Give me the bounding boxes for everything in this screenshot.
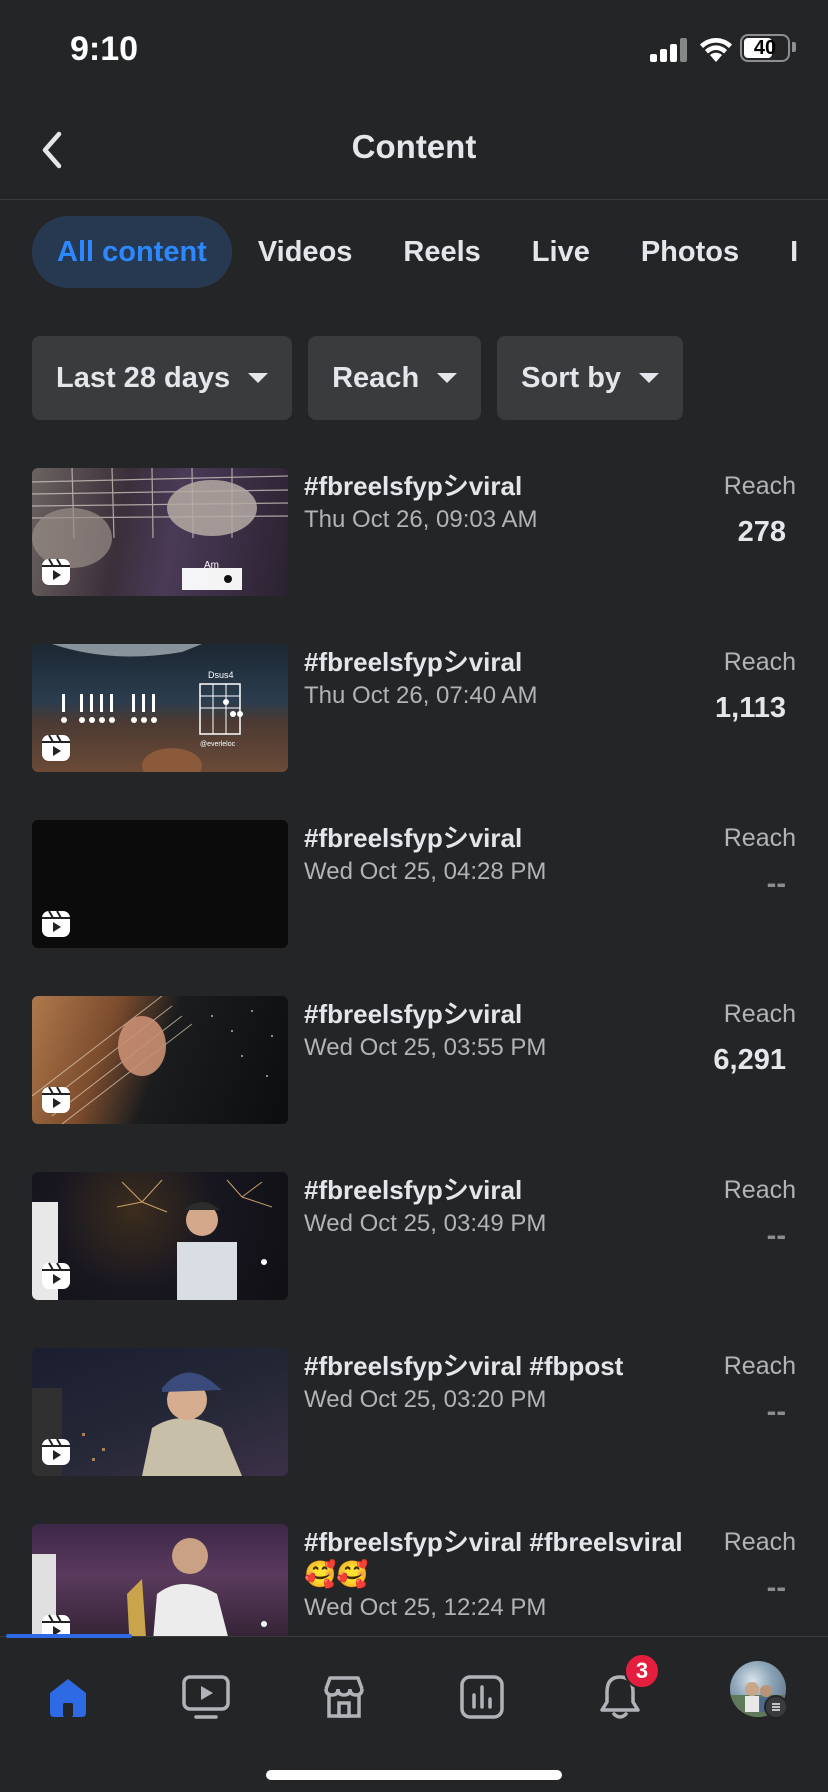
reach-label: Reach (723, 1528, 796, 1556)
insights-icon (460, 1675, 504, 1719)
metric-label: Reach (332, 361, 420, 394)
reach-value: -- (766, 1396, 786, 1428)
reach-value: 1,113 (715, 692, 786, 724)
nav-insights[interactable] (452, 1667, 512, 1727)
tab-reels[interactable]: Reels (378, 216, 505, 288)
video-thumbnail (32, 1524, 288, 1636)
content-item[interactable]: #fbreelsfypシviral Wed Oct 25, 03:55 PM R… (0, 996, 828, 1124)
filter-bar: Last 28 days Reach Sort by (32, 336, 684, 420)
status-bar: 9:10 40 (0, 0, 828, 100)
reach-label: Reach (723, 1352, 796, 1380)
caret-down-icon (639, 373, 660, 383)
content-item[interactable]: #fbreelsfypシviral Wed Oct 25, 04:28 PM R… (0, 820, 828, 948)
reels-icon (42, 1086, 70, 1113)
item-date: Wed Oct 25, 04:28 PM (304, 858, 547, 885)
wifi-icon (698, 34, 734, 64)
cellular-signal-icon (650, 38, 688, 62)
content-item[interactable]: #fbreelsfypシviral Wed Oct 25, 03:49 PM R… (0, 1172, 828, 1300)
header: Content (0, 100, 828, 200)
item-date: Thu Oct 26, 07:40 AM (304, 682, 538, 709)
content-item[interactable]: #fbreelsfypシviral #fbpost Wed Oct 25, 03… (0, 1348, 828, 1476)
reach-value: -- (766, 1220, 786, 1252)
reels-icon (42, 1438, 70, 1465)
item-date: Thu Oct 26, 09:03 AM (304, 506, 538, 533)
active-tab-indicator (6, 1634, 132, 1638)
item-date: Wed Oct 25, 12:24 PM (304, 1594, 547, 1621)
item-title: #fbreelsfypシviral (304, 823, 523, 853)
reach-value: 278 (737, 516, 786, 548)
video-icon (182, 1675, 230, 1719)
tab-videos[interactable]: Videos (233, 216, 378, 288)
nav-video[interactable] (176, 1667, 236, 1727)
item-title: #fbreelsfypシviral #fbpost (304, 1351, 624, 1381)
video-thumbnail (32, 820, 288, 948)
content-type-tabs: All content Videos Reels Live Photos I (32, 216, 828, 288)
reach-value: -- (766, 868, 786, 900)
sort-label: Sort by (521, 361, 622, 394)
content-item[interactable]: #fbreelsfypシviral #fbreelsviral 🥰🥰 Wed O… (0, 1524, 828, 1636)
app: 9:10 40 Content All content Videos Reels… (0, 0, 828, 1792)
video-thumbnail (32, 996, 288, 1124)
status-time: 9:10 (70, 30, 139, 68)
content-list: Am #fbreelsfypシviral Thu Oct 26, 09:03 A… (0, 468, 828, 1636)
tab-live[interactable]: Live (507, 216, 615, 288)
marketplace-icon (324, 1676, 364, 1718)
menu-icon[interactable] (764, 1695, 788, 1719)
content-item[interactable]: Am #fbreelsfypシviral Thu Oct 26, 09:03 A… (0, 468, 828, 596)
battery-icon: 40 (740, 34, 790, 62)
bottom-nav: 3 (0, 1634, 828, 1792)
reels-icon (42, 910, 70, 937)
reels-icon (42, 1614, 70, 1636)
watermark-text: @everleloc (200, 741, 236, 748)
video-thumbnail: Dsus4 @everleloc (32, 644, 288, 772)
item-title: #fbreelsfypシviral (304, 647, 523, 677)
reach-label: Reach (723, 824, 796, 852)
reels-icon (42, 1262, 70, 1289)
content-item[interactable]: Dsus4 @everleloc #fbreelsfypシviral Thu O… (0, 644, 828, 772)
sort-dropdown[interactable]: Sort by (497, 336, 684, 420)
reach-label: Reach (723, 1176, 796, 1204)
battery-level: 40 (753, 37, 777, 59)
reach-label: Reach (723, 648, 796, 676)
tab-photos[interactable]: Photos (616, 216, 764, 288)
video-thumbnail: Am (32, 468, 288, 596)
date-range-label: Last 28 days (56, 361, 231, 394)
notification-badge: 3 (624, 1653, 660, 1689)
date-range-dropdown[interactable]: Last 28 days (32, 336, 293, 420)
reach-label: Reach (723, 472, 796, 500)
chord-label: Dsus4 (208, 670, 234, 680)
reach-value: -- (766, 1572, 786, 1604)
item-date: Wed Oct 25, 03:55 PM (304, 1034, 547, 1061)
page-title: Content (351, 128, 477, 165)
nav-marketplace[interactable] (314, 1667, 374, 1727)
home-indicator[interactable] (266, 1770, 562, 1780)
item-title: #fbreelsfypシviral #fbreelsviral 🥰🥰 (304, 1527, 683, 1589)
reels-icon (42, 558, 70, 585)
reach-label: Reach (723, 1000, 796, 1028)
item-title: #fbreelsfypシviral (304, 471, 523, 501)
video-thumbnail (32, 1348, 288, 1476)
nav-home[interactable] (38, 1667, 98, 1727)
chord-label: Am (204, 560, 219, 571)
item-date: Wed Oct 25, 03:49 PM (304, 1210, 547, 1237)
reels-icon (42, 734, 70, 761)
metric-dropdown[interactable]: Reach (308, 336, 482, 420)
item-date: Wed Oct 25, 03:20 PM (304, 1386, 547, 1413)
reach-value: 6,291 (713, 1044, 786, 1076)
item-title: #fbreelsfypシviral (304, 1175, 523, 1205)
video-thumbnail (32, 1172, 288, 1300)
tab-all-content[interactable]: All content (32, 216, 232, 288)
caret-down-icon (248, 373, 269, 383)
caret-down-icon (437, 373, 458, 383)
item-title: #fbreelsfypシviral (304, 999, 523, 1029)
tab-more-partial[interactable]: I (765, 216, 823, 288)
home-icon (50, 1679, 86, 1717)
